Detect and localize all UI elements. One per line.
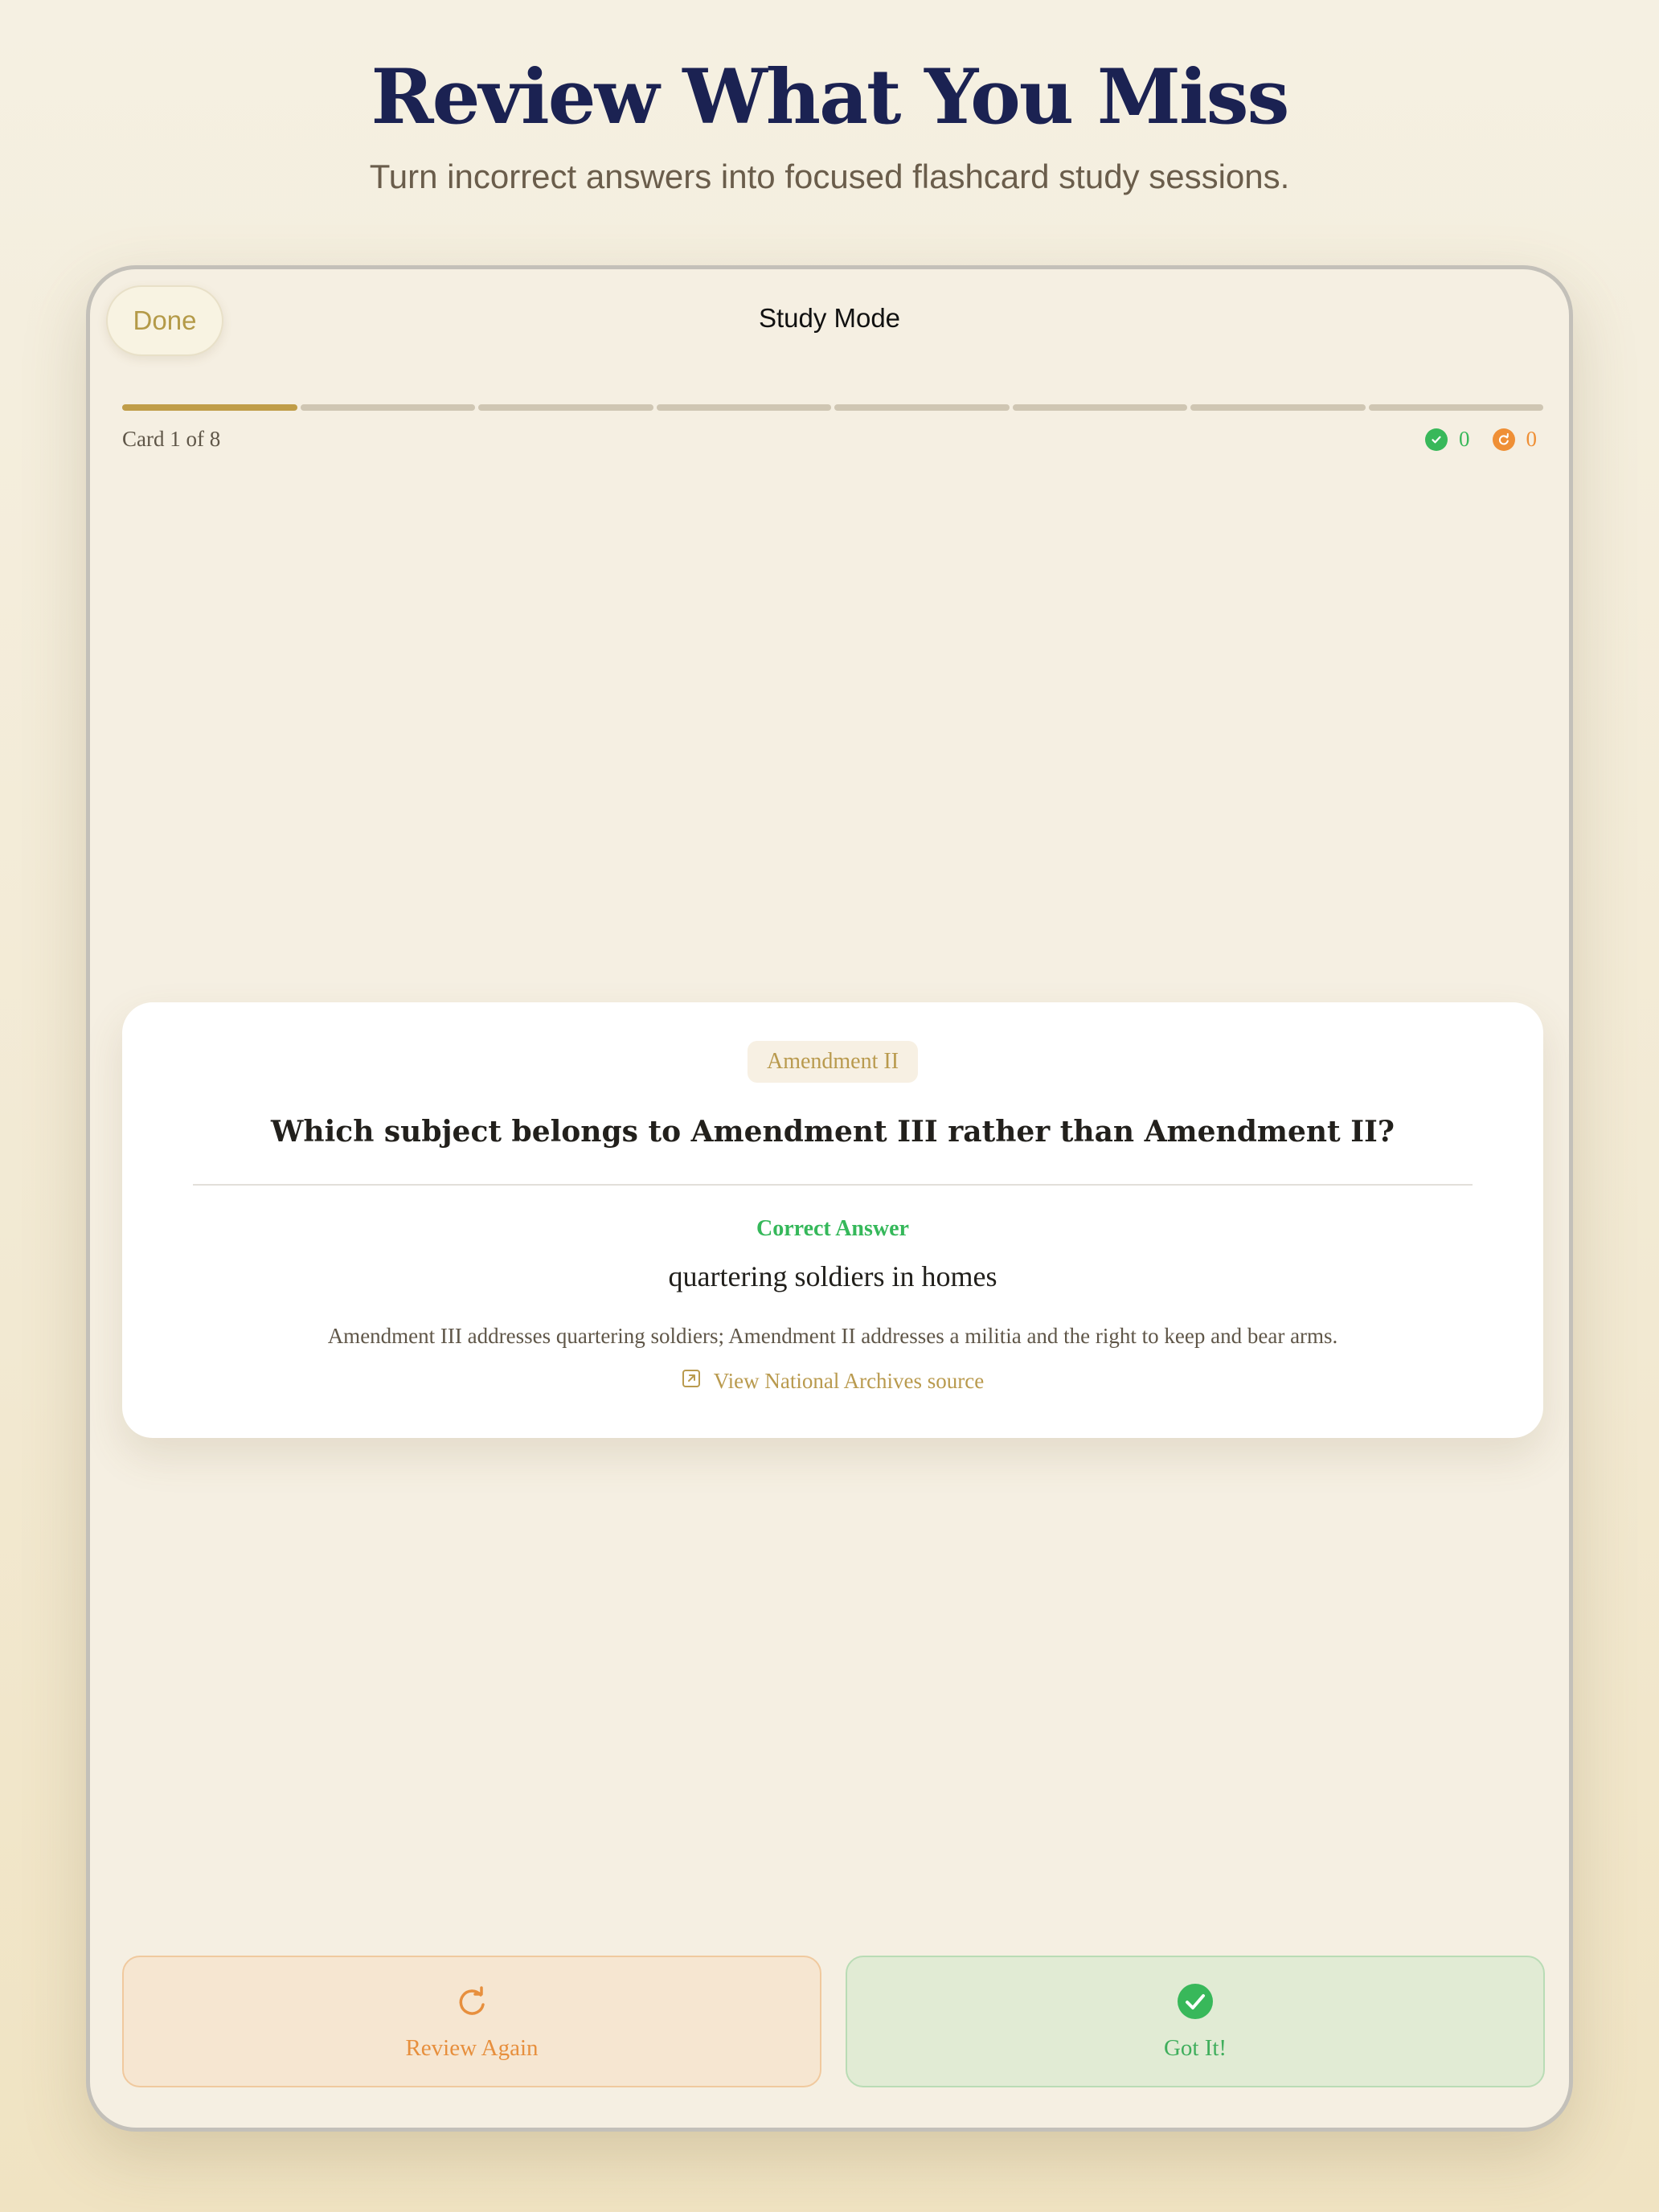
card-counter: Card 1 of 8 xyxy=(122,427,221,451)
progress-segment xyxy=(834,404,1010,411)
progress-segment xyxy=(656,404,831,411)
progress-segment xyxy=(478,404,653,411)
answer-text: quartering soldiers in homes xyxy=(668,1260,997,1292)
flashcard[interactable]: Amendment II Which subject belongs to Am… xyxy=(122,1002,1543,1438)
topic-tag: Amendment II xyxy=(747,1041,919,1083)
progress-segment xyxy=(300,404,475,411)
progress-bar xyxy=(122,404,1543,411)
refresh-icon xyxy=(1492,428,1515,451)
review-again-button[interactable]: Review Again xyxy=(122,1956,821,2087)
checkmark-circle-icon xyxy=(1425,428,1448,451)
refresh-icon xyxy=(453,1982,491,2027)
explanation-text: Amendment III addresses quartering soldi… xyxy=(327,1324,1338,1348)
source-link[interactable]: View National Archives source xyxy=(122,1369,1543,1394)
progress-segment xyxy=(1012,404,1187,411)
got-it-button[interactable]: Got It! xyxy=(846,1956,1545,2087)
checkmark-circle-icon xyxy=(1176,1982,1215,2027)
progress-segment xyxy=(1190,404,1366,411)
external-link-icon xyxy=(682,1369,701,1394)
screen-title: Study Mode xyxy=(758,303,901,333)
question-text: Which subject belongs to Amendment III r… xyxy=(271,1115,1395,1149)
hero-subtitle: Turn incorrect answers into focused flas… xyxy=(369,158,1290,195)
source-link-label: View National Archives source xyxy=(713,1369,985,1393)
review-again-label: Review Again xyxy=(405,2034,539,2061)
review-count: 0 xyxy=(1526,427,1538,451)
score-tally: 0 0 xyxy=(1425,427,1537,452)
progress-segment xyxy=(1368,404,1543,411)
tablet-frame: Done Study Mode Card 1 of 8 0 0 Amendmen… xyxy=(86,265,1573,2132)
correct-count: 0 xyxy=(1459,427,1470,451)
got-it-label: Got It! xyxy=(1163,2034,1227,2061)
divider xyxy=(193,1184,1473,1186)
progress-segment xyxy=(122,404,297,411)
hero-title: Review What You Miss xyxy=(371,53,1290,141)
answer-label: Correct Answer xyxy=(756,1216,909,1241)
